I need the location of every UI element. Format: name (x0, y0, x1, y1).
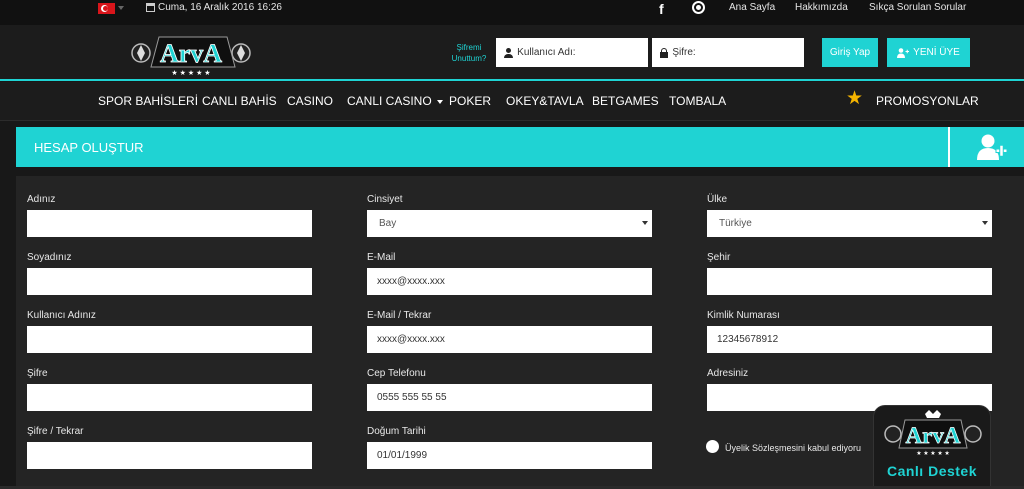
username-input[interactable] (517, 47, 648, 58)
id-number-label: Kimlik Numarası (707, 310, 780, 321)
country-label: Ülke (707, 194, 728, 205)
password-repeat-input[interactable] (27, 442, 312, 469)
first-name-input[interactable] (27, 210, 312, 237)
nav-live-casino-label: CANLI CASINO (347, 94, 432, 108)
arva-logo[interactable]: ArvA ★ ★ ★ ★ ★ (127, 31, 255, 77)
reg-username-input[interactable] (27, 326, 312, 353)
chevron-down-icon (436, 99, 443, 104)
section-divider (948, 127, 950, 167)
address-label: Adresiniz (707, 368, 749, 379)
nav-live-betting[interactable]: CANLI BAHİS (202, 94, 277, 108)
lock-icon (660, 47, 669, 58)
add-user-icon (897, 47, 910, 58)
nav-poker[interactable]: POKER (449, 94, 491, 108)
password-label: Şifre (27, 368, 48, 379)
register-button[interactable]: YENİ ÜYE (887, 38, 970, 67)
register-label: YENİ ÜYE (913, 47, 960, 58)
faq-link[interactable]: Sıkça Sorulan Sorular (869, 2, 966, 13)
birthdate-input[interactable] (367, 442, 652, 469)
gender-label: Cinsiyet (367, 194, 403, 205)
nav-sports-betting[interactable]: SPOR BAHİSLERİ (98, 94, 198, 108)
last-name-label: Soyadınız (27, 252, 72, 263)
username-field-wrap (496, 38, 648, 67)
nav-live-casino[interactable]: CANLI CASINO (347, 94, 443, 108)
phone-input[interactable] (367, 384, 652, 411)
top-bar: Cuma, 16 Aralık 2016 16:26 f Ana Sayfa H… (0, 0, 1024, 25)
nav-promotions[interactable]: PROMOSYONLAR (876, 94, 979, 108)
svg-text:★ ★ ★ ★ ★: ★ ★ ★ ★ ★ (171, 69, 210, 77)
user-icon (504, 47, 514, 58)
city-input[interactable] (707, 268, 992, 295)
arva-logo: ArvA ★ ★ ★ ★ ★ (884, 410, 982, 456)
agreement-radio[interactable] (706, 440, 719, 453)
password-field-wrap (652, 38, 804, 67)
current-datetime: Cuma, 16 Aralık 2016 16:26 (146, 2, 282, 13)
agreement-label: Üyelik Sözleşmesini kabul ediyoru (725, 443, 862, 453)
password-repeat-label: Şifre / Tekrar (27, 426, 84, 437)
home-link[interactable]: Ana Sayfa (729, 2, 775, 13)
svg-text:★ ★ ★ ★ ★: ★ ★ ★ ★ ★ (916, 450, 950, 456)
gender-selected: Bay (379, 218, 397, 229)
nav-tombala[interactable]: TOMBALA (669, 94, 726, 108)
email-repeat-input[interactable] (367, 326, 652, 353)
first-name-label: Adınız (27, 194, 56, 205)
email-label: E-Mail (367, 252, 396, 263)
section-title: HESAP OLUŞTUR (34, 140, 144, 155)
nav-betgames[interactable]: BETGAMES (592, 94, 659, 108)
city-label: Şehir (707, 252, 731, 263)
turkey-flag-icon[interactable] (98, 3, 115, 14)
password-input[interactable] (672, 47, 804, 58)
chevron-down-icon (982, 221, 988, 225)
nav-casino[interactable]: CASINO (287, 94, 333, 108)
support-logo-text: ArvA (906, 423, 961, 448)
country-select[interactable]: Türkiye (707, 210, 992, 237)
login-button[interactable]: Giriş Yap (822, 38, 878, 67)
reg-password-input[interactable] (27, 384, 312, 411)
facebook-icon[interactable]: f (659, 1, 664, 17)
id-number-input[interactable] (707, 326, 992, 353)
chevron-down-icon[interactable] (118, 6, 124, 10)
about-link[interactable]: Hakkımızda (795, 2, 848, 13)
datetime-text: Cuma, 16 Aralık 2016 16:26 (158, 2, 282, 13)
logo-text: ArvA (160, 39, 222, 68)
forgot-password-link[interactable]: Şifremi Unuttum? (450, 42, 488, 64)
username-label: Kullanıcı Adınız (27, 310, 96, 321)
live-support-button[interactable]: ArvA ★ ★ ★ ★ ★ Canlı Destek (873, 405, 991, 489)
calendar-icon (146, 3, 155, 12)
last-name-input[interactable] (27, 268, 312, 295)
country-selected: Türkiye (719, 218, 752, 229)
gender-select[interactable]: Bay (367, 210, 652, 237)
live-support-label: Canlı Destek (886, 463, 978, 479)
create-account-header: HESAP OLUŞTUR (16, 127, 1024, 167)
phone-label: Cep Telefonu (367, 368, 426, 379)
star-icon: ★ (846, 88, 864, 109)
birthdate-label: Doğum Tarihi (367, 426, 426, 437)
email-input[interactable] (367, 268, 652, 295)
main-nav: SPOR BAHİSLERİ CANLI BAHİS CASINO CANLI … (0, 82, 1024, 121)
chevron-down-icon (642, 221, 648, 225)
email-repeat-label: E-Mail / Tekrar (367, 310, 432, 321)
add-user-icon (977, 134, 1007, 160)
header: ArvA ★ ★ ★ ★ ★ Şifremi Unuttum? Giriş Ya… (0, 25, 1024, 81)
nav-okey-tavla[interactable]: OKEY&TAVLA (506, 94, 584, 108)
whatsapp-icon[interactable] (692, 1, 705, 14)
